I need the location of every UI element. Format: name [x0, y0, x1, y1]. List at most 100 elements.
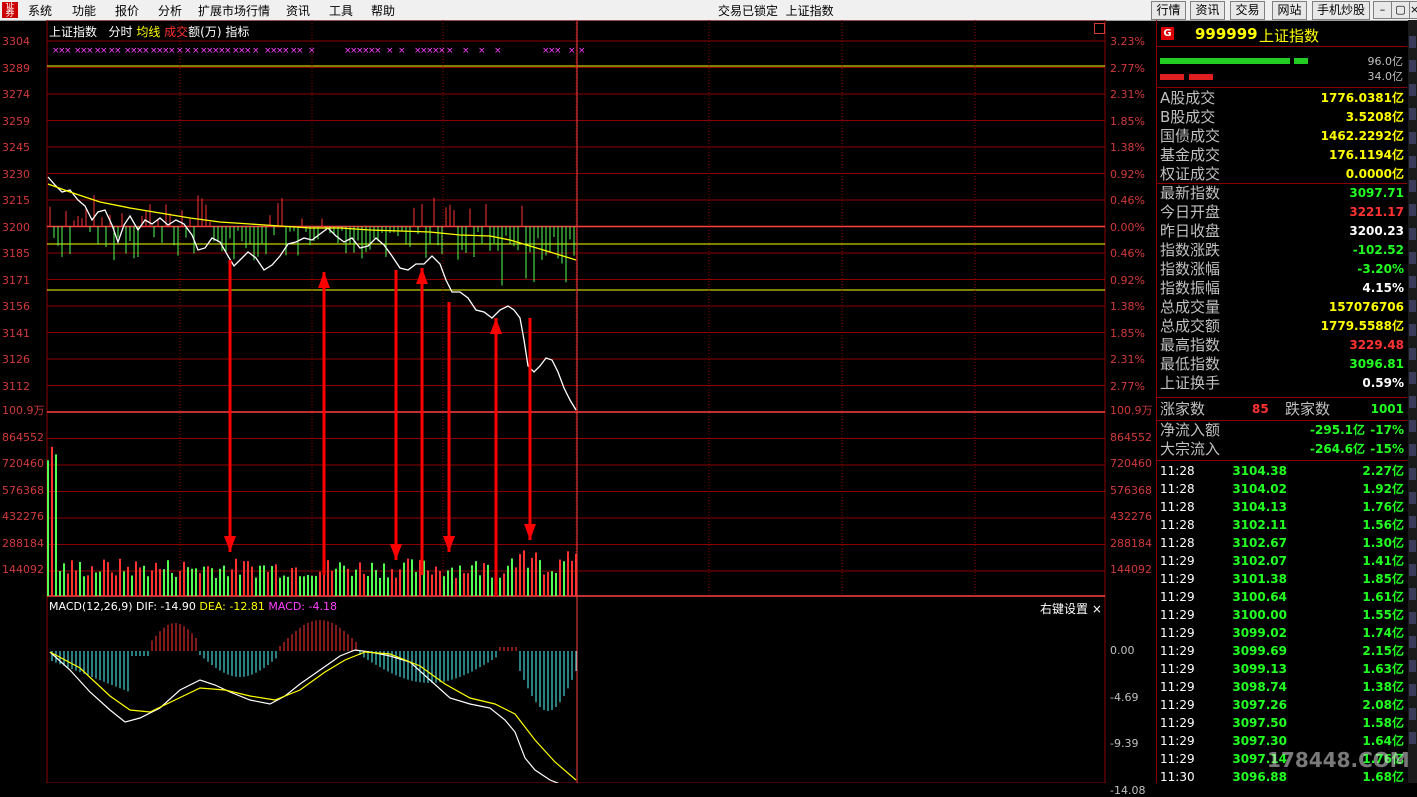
tick-amount: 1.55亿 — [1362, 608, 1404, 622]
tick-amount: 1.76亿 — [1362, 500, 1404, 514]
intraday-chart-area[interactable]: × × × × × × × × × × × × × × × × × × × × × × × × × × × × × × × × × × × × × × × ×… — [0, 20, 1155, 796]
side-tool-icon[interactable] — [1409, 492, 1416, 504]
side-tool-icon[interactable] — [1409, 252, 1416, 264]
side-tool-icon[interactable] — [1409, 588, 1416, 600]
pct-axis-label: 0.46% — [1110, 194, 1145, 207]
right-settings-label[interactable]: 右键设置 — [1040, 602, 1088, 616]
side-tool-icon[interactable] — [1409, 420, 1416, 432]
menu-function[interactable]: 功能 — [72, 2, 96, 19]
chart-index-title: 上证指数 — [49, 25, 98, 39]
menu-quote[interactable]: 报价 — [115, 2, 139, 19]
tick-row[interactable]: 11:28 3102.67 1.30亿 — [1157, 534, 1407, 552]
mobile-trade-button[interactable]: 手机炒股 — [1312, 1, 1370, 20]
tab-volume[interactable]: 成交 — [164, 25, 188, 39]
side-tool-icon[interactable] — [1409, 660, 1416, 672]
side-tool-icon[interactable] — [1409, 732, 1416, 744]
price-axis-label: 3156 — [2, 300, 30, 313]
side-tool-icon[interactable] — [1409, 60, 1416, 72]
menu-extended-market[interactable]: 扩展市场行情 — [198, 2, 270, 19]
right-settings-close-icon[interactable]: × — [1092, 602, 1102, 616]
side-tool-icon[interactable] — [1409, 372, 1416, 384]
side-tool-icon[interactable] — [1409, 204, 1416, 216]
tab-indicator[interactable]: 指标 — [225, 25, 249, 39]
tick-row[interactable]: 11:28 3102.11 1.56亿 — [1157, 516, 1407, 534]
tick-row[interactable]: 11:29 3098.74 1.38亿 — [1157, 678, 1407, 696]
side-tool-icon[interactable] — [1409, 708, 1416, 720]
tick-row[interactable]: 11:29 3100.00 1.55亿 — [1157, 606, 1407, 624]
menu-analysis[interactable]: 分析 — [158, 2, 182, 19]
side-tool-icon[interactable] — [1409, 180, 1416, 192]
right-click-settings[interactable]: 右键设置 × — [1040, 600, 1102, 617]
tick-row[interactable]: 11:29 3102.07 1.41亿 — [1157, 552, 1407, 570]
menu-tools[interactable]: 工具 — [329, 2, 353, 19]
side-tool-icon[interactable] — [1409, 516, 1416, 528]
quote-button[interactable]: 行情 — [1151, 1, 1186, 20]
side-tool-icon[interactable] — [1409, 684, 1416, 696]
tick-time: 11:28 — [1160, 500, 1195, 514]
trade-button[interactable]: 交易 — [1230, 1, 1265, 20]
side-tool-icon[interactable] — [1409, 84, 1416, 96]
tick-time: 11:30 — [1160, 770, 1195, 784]
signal-mark: × — [192, 46, 200, 56]
menu-news[interactable]: 资讯 — [286, 2, 310, 19]
macd-header: MACD(12,26,9) DIF: -14.90 DEA: -12.81 MA… — [49, 600, 337, 613]
menu-system[interactable]: 系统 — [28, 2, 52, 19]
pct-axis-label: 2.31% — [1110, 353, 1145, 366]
tab-intraday[interactable]: 分时 — [108, 25, 132, 39]
volume-axis-label: 432276 — [1110, 510, 1152, 523]
chart-close-box[interactable] — [1094, 23, 1105, 34]
side-tool-icon[interactable] — [1409, 444, 1416, 456]
side-tool-icon[interactable] — [1409, 612, 1416, 624]
side-tool-icon[interactable] — [1409, 132, 1416, 144]
side-tool-icon[interactable] — [1409, 156, 1416, 168]
tick-time: 11:29 — [1160, 590, 1195, 604]
side-tool-icon[interactable] — [1409, 636, 1416, 648]
minimize-icon[interactable]: – — [1373, 1, 1392, 19]
stat-label: 昨日收盘 — [1160, 222, 1221, 240]
tick-row[interactable]: 11:28 3104.38 2.27亿 — [1157, 462, 1407, 480]
close-icon[interactable]: × — [1409, 1, 1417, 19]
signal-mark: × — [252, 46, 260, 56]
tab-amount[interactable]: 额(万) — [188, 25, 221, 39]
bar-value-bottom: 34.0亿 — [1367, 70, 1404, 83]
side-tool-icon[interactable] — [1409, 276, 1416, 288]
tick-price: 3099.13 — [1232, 662, 1287, 676]
macd-axis-label: -4.69 — [1110, 690, 1139, 704]
stat-value: 3097.71 — [1349, 186, 1404, 200]
side-tool-icon[interactable] — [1409, 36, 1416, 48]
pct-axis-label: 1.38% — [1110, 300, 1145, 313]
tick-amount: 2.15亿 — [1362, 644, 1404, 658]
tick-row[interactable]: 11:29 3101.38 1.85亿 — [1157, 570, 1407, 588]
side-tool-icon[interactable] — [1409, 108, 1416, 120]
tick-row[interactable]: 11:29 3099.69 2.15亿 — [1157, 642, 1407, 660]
side-tool-icon[interactable] — [1409, 348, 1416, 360]
tick-row[interactable]: 11:28 3104.02 1.92亿 — [1157, 480, 1407, 498]
side-tool-icon[interactable] — [1409, 540, 1416, 552]
tick-row[interactable]: 11:29 3099.02 1.74亿 — [1157, 624, 1407, 642]
side-tool-icon[interactable] — [1409, 468, 1416, 480]
tick-amount: 1.56亿 — [1362, 518, 1404, 532]
stat-value: 3200.23 — [1349, 224, 1404, 238]
side-tool-icon[interactable] — [1409, 228, 1416, 240]
stat-label: 最低指数 — [1160, 355, 1221, 373]
price-axis-label: 3126 — [2, 353, 30, 366]
side-tool-icon[interactable] — [1409, 324, 1416, 336]
tick-time: 11:29 — [1160, 626, 1195, 640]
tick-row[interactable]: 11:28 3104.13 1.76亿 — [1157, 498, 1407, 516]
restore-icon[interactable]: ▢ — [1391, 1, 1410, 19]
side-tool-icon[interactable] — [1409, 396, 1416, 408]
side-tool-icon[interactable] — [1409, 564, 1416, 576]
tick-row[interactable]: 11:29 3100.64 1.61亿 — [1157, 588, 1407, 606]
chart-header: 上证指数 分时 均线 成交额(万) 指标 — [49, 23, 249, 40]
tick-price: 3102.67 — [1232, 536, 1287, 550]
menu-help[interactable]: 帮助 — [371, 2, 395, 19]
tick-price: 3098.74 — [1232, 680, 1287, 694]
news-button[interactable]: 资讯 — [1190, 1, 1225, 20]
tab-average-line[interactable]: 均线 — [136, 25, 160, 39]
tick-row[interactable]: 11:29 3097.26 2.08亿 — [1157, 696, 1407, 714]
website-button[interactable]: 网站 — [1272, 1, 1307, 20]
tick-row[interactable]: 11:29 3097.50 1.58亿 — [1157, 714, 1407, 732]
side-tool-icon[interactable] — [1409, 300, 1416, 312]
stat-value: 4.15% — [1362, 281, 1404, 295]
tick-row[interactable]: 11:29 3099.13 1.63亿 — [1157, 660, 1407, 678]
